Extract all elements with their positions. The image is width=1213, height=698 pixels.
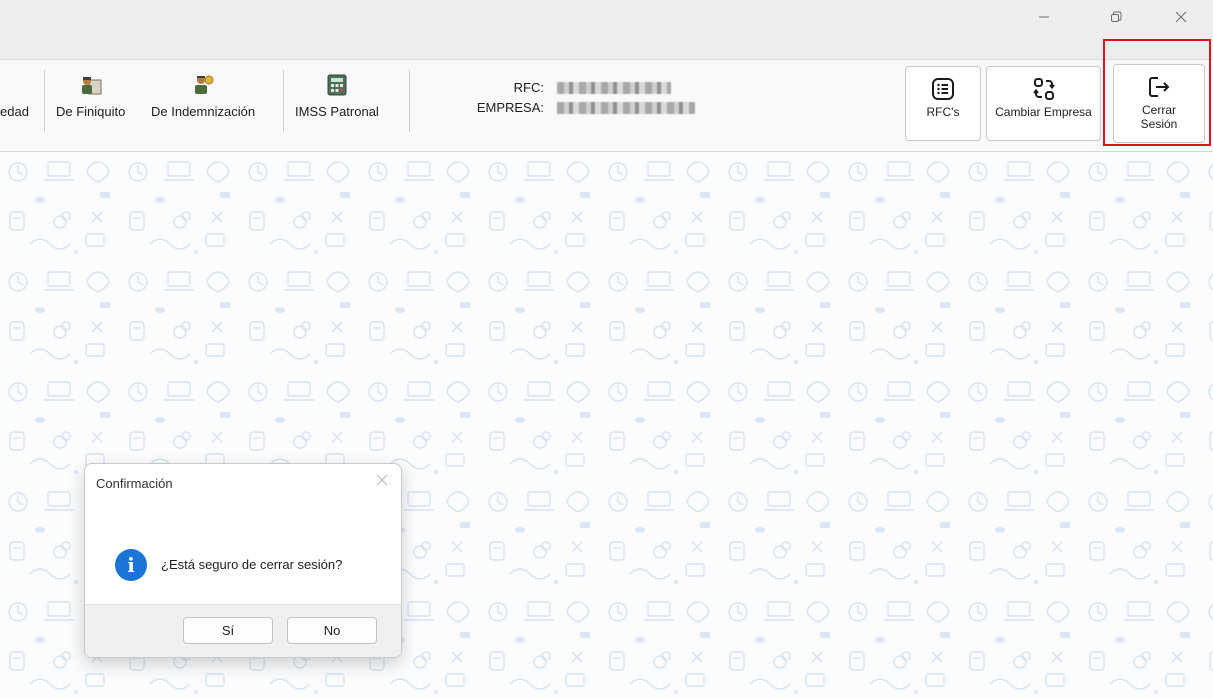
restore-button[interactable] bbox=[1093, 3, 1139, 31]
no-button-label: No bbox=[323, 623, 341, 638]
toolbar-item-edad[interactable]: edad bbox=[0, 74, 29, 136]
toolbar-item-label: edad bbox=[0, 104, 29, 119]
title-bar bbox=[0, 0, 1213, 60]
highlight-box bbox=[1103, 39, 1211, 146]
cambiar-empresa-label: Cambiar Empresa bbox=[995, 105, 1092, 119]
dialog-body: i ¿Está seguro de cerrar sesión? bbox=[85, 504, 401, 604]
confirmation-dialog: Confirmación i ¿Está seguro de cerrar se… bbox=[84, 463, 402, 658]
rfcs-button[interactable]: RFC's bbox=[905, 66, 981, 141]
toolbar-item-label: De Indemnización bbox=[151, 104, 256, 119]
toolbar-item-de-finiquito[interactable]: De Finiquito bbox=[56, 74, 125, 136]
close-icon bbox=[1175, 11, 1187, 23]
dialog-close-button[interactable] bbox=[376, 473, 388, 491]
cambiar-empresa-button[interactable]: Cambiar Empresa bbox=[986, 66, 1101, 141]
rfc-label: RFC: bbox=[513, 80, 544, 95]
minimize-button[interactable] bbox=[1021, 3, 1067, 31]
yes-button-label: Sí bbox=[221, 623, 235, 638]
empresa-value-redacted bbox=[557, 102, 695, 114]
minimize-icon bbox=[1039, 16, 1049, 18]
rfc-value-redacted bbox=[557, 82, 671, 94]
money-person-icon bbox=[195, 75, 214, 94]
list-icon bbox=[932, 78, 954, 100]
info-icon: i bbox=[115, 549, 147, 581]
calculator-icon bbox=[327, 74, 347, 96]
toolbar-item-label: IMSS Patronal bbox=[295, 104, 379, 119]
rfcs-button-label: RFC's bbox=[926, 105, 960, 119]
toolbar: edad De Finiquito De Indemnización IMSS … bbox=[0, 60, 1213, 152]
close-icon bbox=[376, 474, 388, 486]
switch-icon bbox=[1032, 78, 1055, 100]
toolbar-item-label: De Finiquito bbox=[56, 104, 126, 119]
empresa-label: EMPRESA: bbox=[476, 100, 544, 115]
toolbar-item-de-indemnizacion[interactable]: De Indemnización bbox=[151, 74, 255, 136]
no-button[interactable]: No bbox=[287, 617, 377, 644]
worker-document-icon bbox=[81, 77, 102, 95]
restore-icon bbox=[1111, 11, 1122, 22]
close-button[interactable] bbox=[1158, 3, 1204, 31]
yes-button[interactable]: Sí bbox=[183, 617, 273, 644]
toolbar-item-imss-patronal[interactable]: IMSS Patronal bbox=[295, 74, 379, 136]
dialog-footer: Sí No bbox=[85, 604, 401, 657]
dialog-message: ¿Está seguro de cerrar sesión? bbox=[161, 557, 343, 572]
dialog-title: Confirmación bbox=[96, 476, 173, 491]
